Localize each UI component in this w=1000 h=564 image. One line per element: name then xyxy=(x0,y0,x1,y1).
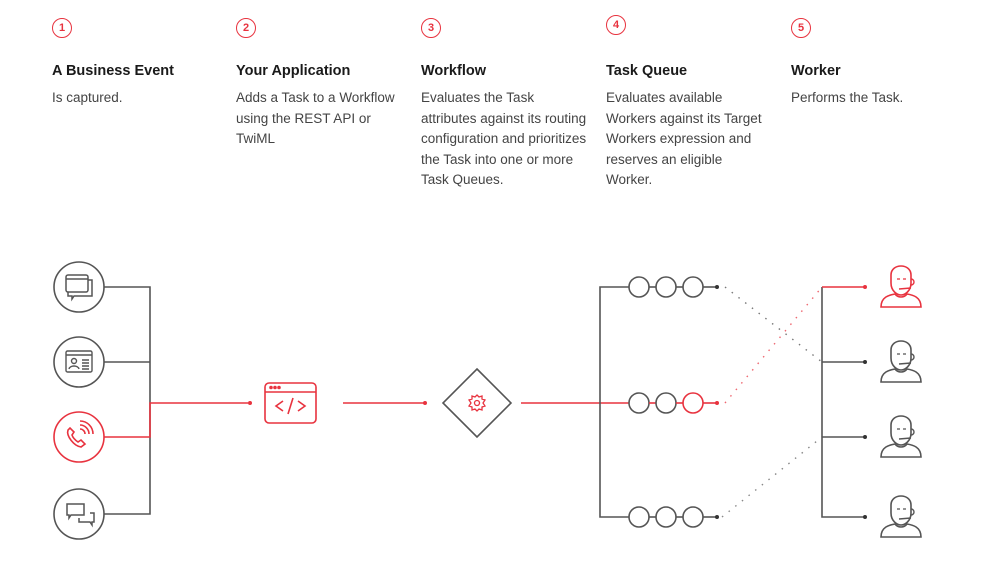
event-source-chat-bubbles xyxy=(53,488,105,540)
event-source-browser-chat xyxy=(53,261,105,313)
arrow-head xyxy=(715,401,719,405)
routing-diagram xyxy=(53,261,922,540)
event-source-contact-form xyxy=(53,336,105,388)
queue-slot xyxy=(655,506,677,528)
queue-slot xyxy=(682,276,704,298)
agent-headset-icon xyxy=(880,495,922,538)
task-queues xyxy=(628,276,719,528)
worker-bus-lines xyxy=(821,285,867,519)
code-window-icon xyxy=(264,382,317,424)
phone-call-icon xyxy=(66,420,94,448)
queue-slot xyxy=(655,392,677,414)
agent-headset-icon xyxy=(880,340,922,383)
task-queue xyxy=(628,392,719,414)
event-bus-lines xyxy=(104,286,252,515)
workflow-node xyxy=(441,367,513,439)
browser-chat-icon xyxy=(65,274,93,302)
queue-slot xyxy=(628,276,650,298)
arrow-head xyxy=(715,515,719,519)
app-to-workflow-arrow xyxy=(343,401,427,405)
chat-bubbles-icon xyxy=(66,503,95,528)
application-node xyxy=(264,382,317,424)
queue-slot xyxy=(682,506,704,528)
workers xyxy=(880,265,922,538)
task-queue xyxy=(628,276,719,298)
queue-slot xyxy=(682,392,704,414)
task-queue xyxy=(628,506,719,528)
queue-slot xyxy=(628,392,650,414)
agent-headset-icon xyxy=(880,265,922,308)
queue-slot xyxy=(628,506,650,528)
queue-slot xyxy=(655,276,677,298)
arrow-head xyxy=(715,285,719,289)
agent-headset-icon xyxy=(880,415,922,458)
workflow-to-queues-lines xyxy=(521,286,629,518)
gear-icon xyxy=(467,394,487,412)
contact-form-icon xyxy=(65,350,93,373)
routing-dotted-lines xyxy=(721,286,823,518)
event-source-phone-call xyxy=(53,411,105,463)
